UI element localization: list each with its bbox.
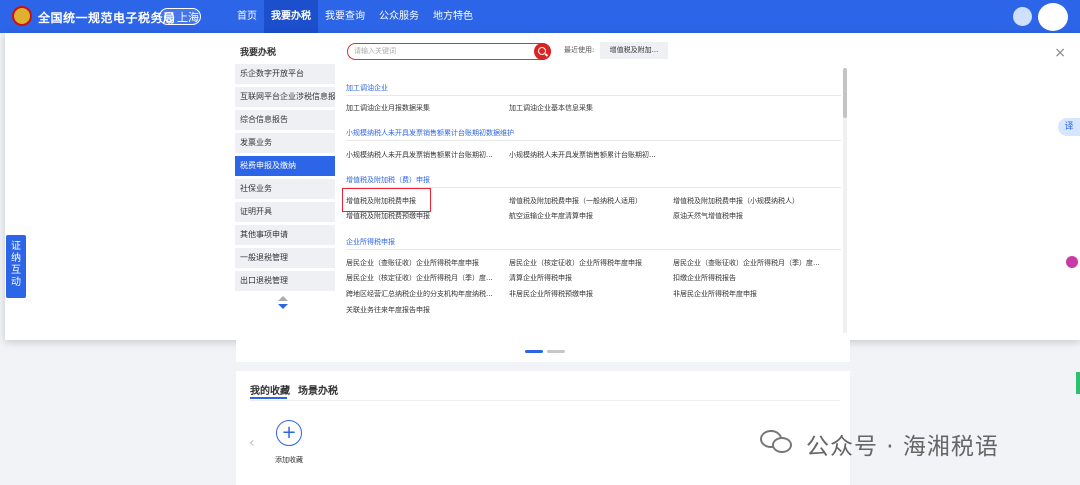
link-blending-basic-info[interactable]: 加工调油企业基本信息采集 (509, 103, 593, 113)
link-vat-small-scale[interactable]: 增值税及附加税费申报（小规模纳税人） (673, 196, 799, 206)
menu-item-social-insurance[interactable]: 社保业务 (235, 179, 335, 199)
interaction-side-tab[interactable]: 证 纳 互 动 (6, 235, 26, 298)
section-divider (346, 140, 841, 141)
scroll-up-icon[interactable] (278, 296, 288, 301)
section-title-cit: 企业所得税申报 (346, 238, 395, 246)
watermark: 公众号 · 海湘税语 (758, 425, 1050, 460)
link-small-scale-2[interactable]: 小规模纳税人未开具发票销售额累计台账期初... (509, 150, 656, 160)
menu-heading: 我要办税 (240, 48, 277, 58)
user-profile-avatar[interactable] (1038, 3, 1068, 31)
section-title-vat: 增值税及附加税（费）申报 (346, 176, 430, 184)
location-label: 上海 (177, 11, 199, 24)
link-cit-4[interactable]: 居民企业（核定征收）企业所得税月（季）度... (346, 273, 493, 283)
section-divider (346, 249, 841, 250)
menu-scroll-arrows[interactable] (278, 296, 288, 312)
link-cit-9[interactable]: 非居民企业所得税年度申报 (673, 289, 757, 299)
translate-button[interactable]: 译 (1058, 118, 1080, 136)
scroll-down-icon[interactable] (278, 304, 288, 309)
menu-item-general-refund[interactable]: 一般退税管理 (235, 248, 335, 268)
assistant-robot-icon[interactable] (1066, 256, 1078, 268)
recent-label: 最近使用: (564, 46, 595, 54)
category-menu: 我要办税 乐企数字开放平台 互联网平台企业涉税信息报送 综合信息报告 发票业务 … (235, 33, 335, 294)
link-cit-10[interactable]: 关联业务往来年度报告申报 (346, 305, 430, 315)
add-favorite-button[interactable]: + (276, 420, 302, 446)
chevron-left-icon[interactable]: ‹ (249, 435, 255, 451)
location-pin-icon (161, 9, 177, 25)
link-cit-5[interactable]: 清算企业所得税申报 (509, 273, 572, 283)
banner-carousel (236, 340, 850, 362)
menu-item-tax-declaration[interactable]: 税费申报及缴纳 (235, 156, 335, 176)
carousel-dot-active[interactable] (525, 350, 543, 353)
highlight-box (342, 188, 431, 212)
menu-item-other-requests[interactable]: 其他事项申请 (235, 225, 335, 245)
link-cit-2[interactable]: 居民企业（核定征收）企业所得税年度申报 (509, 258, 642, 268)
tax-emblem-icon (12, 6, 32, 26)
link-cit-8[interactable]: 非居民企业所得税预缴申报 (509, 289, 593, 299)
add-favorite-label: 添加收藏 (275, 456, 303, 464)
search-placeholder: 请输入关键词 (354, 47, 396, 55)
nav-local-features[interactable]: 地方特色 (426, 0, 480, 33)
watermark-text: 公众号 · 海湘税语 (806, 434, 999, 460)
link-vat-general-taxpayer[interactable]: 增值税及附加税费申报（一般纳税人适用） (509, 196, 642, 206)
card-divider (250, 400, 840, 401)
site-title: 全国统一规范电子税务局 (38, 11, 176, 25)
link-cit-3[interactable]: 居民企业（查账征收）企业所得税月（季）度... (673, 258, 820, 268)
nav-home[interactable]: 首页 (230, 0, 264, 33)
section-title-small-scale: 小规模纳税人未开具发票销售额累计台账期初数据维护 (346, 129, 514, 137)
menu-content-panel: 请输入关键词 最近使用: 增值税及附加... 加工调油企业 加工调油企业月报数据… (337, 33, 842, 333)
link-air-transport[interactable]: 航空运输企业年度清算申报 (509, 211, 593, 221)
nav-tax-handling[interactable]: 我要办税 (264, 0, 318, 33)
tab-my-favorites[interactable]: 我的收藏 (250, 382, 290, 397)
menu-item-leqi-platform[interactable]: 乐企数字开放平台 (235, 64, 335, 84)
link-cit-7[interactable]: 跨地区经营汇总纳税企业的分支机构年度纳税... (346, 289, 493, 299)
main-nav: 首页 我要办税 我要查询 公众服务 地方特色 (230, 0, 480, 33)
top-navigation-bar: 全国统一规范电子税务局 上海 首页 我要办税 我要查询 公众服务 地方特色 (0, 0, 1080, 33)
nav-query[interactable]: 我要查询 (318, 0, 372, 33)
location-switch-button[interactable]: 上海 (159, 8, 201, 25)
close-icon[interactable]: × (1054, 45, 1066, 61)
tab-active-indicator (250, 397, 287, 399)
section-title-blending: 加工调油企业 (346, 84, 388, 92)
nav-public-service[interactable]: 公众服务 (372, 0, 426, 33)
carousel-dot[interactable] (547, 350, 565, 353)
menu-item-info-report[interactable]: 综合信息报告 (235, 110, 335, 130)
search-input[interactable]: 请输入关键词 (347, 43, 551, 60)
menu-item-export-refund[interactable]: 出口退税管理 (235, 271, 335, 291)
feedback-tab[interactable] (1076, 372, 1080, 394)
link-small-scale-1[interactable]: 小规模纳税人未开具发票销售额累计台账期初... (346, 150, 493, 160)
recent-chip[interactable]: 增值税及附加... (600, 42, 668, 59)
link-cit-1[interactable]: 居民企业（查账征收）企业所得税年度申报 (346, 258, 479, 268)
scroll-thumb[interactable] (843, 68, 847, 118)
link-vat-prepay[interactable]: 增值税及附加税费预缴申报 (346, 211, 430, 221)
link-cit-6[interactable]: 扣缴企业所得税报告 (673, 273, 736, 283)
tab-scenario-tax[interactable]: 场景办税 (298, 382, 338, 397)
wechat-icon (758, 427, 798, 457)
content-scrollbar[interactable] (843, 68, 847, 333)
menu-item-internet-platform-report[interactable]: 互联网平台企业涉税信息报送 (235, 87, 335, 107)
link-blending-monthly[interactable]: 加工调油企业月报数据采集 (346, 103, 430, 113)
search-button[interactable] (534, 43, 551, 60)
section-divider (346, 95, 841, 96)
link-crude-oil-vat[interactable]: 原油天然气增值税申报 (673, 211, 743, 221)
user-avatar-icon[interactable] (1013, 7, 1032, 26)
menu-item-certificate[interactable]: 证明开具 (235, 202, 335, 222)
menu-item-invoice[interactable]: 发票业务 (235, 133, 335, 153)
